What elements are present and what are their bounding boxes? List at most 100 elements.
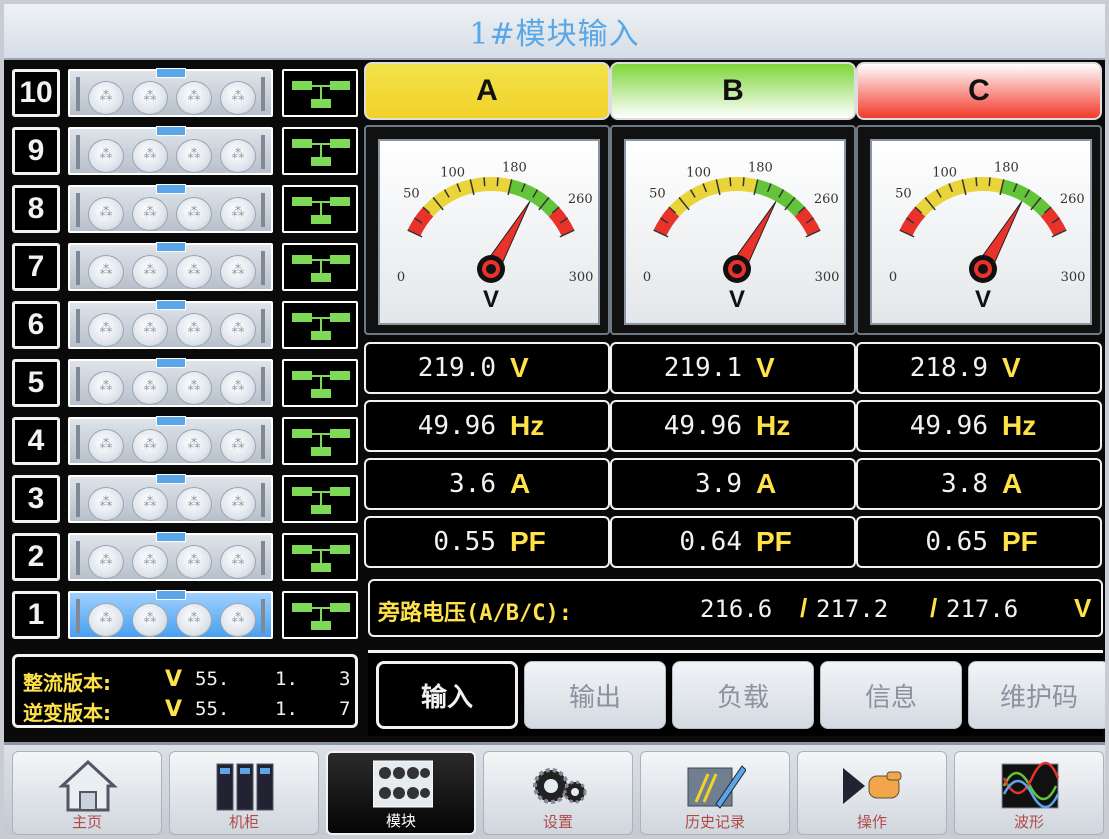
nav-button-1[interactable]: 机柜 [169,751,319,835]
module-chassis[interactable] [68,358,273,407]
gauge-tick-label: 260 [814,192,839,207]
tab-0[interactable]: 输入 [376,661,518,729]
phase-voltage-readout: 219.1 V [610,342,856,394]
bypass-voltage-unit: V [1074,593,1092,623]
voltage-gauge: 0 50 100 180 260 300 V [856,125,1102,335]
version-panel: 整流版本: V 55. 1. 3 逆变版本: V 55. 1. 7 [12,654,358,728]
phase-current-value: 3.8 [941,469,988,499]
nav-button-4[interactable]: 历史记录 [640,751,790,835]
nav-button-label: 历史记录 [684,813,745,831]
phase-current-readout: 3.8 A [856,458,1102,510]
module-chassis[interactable] [68,590,273,639]
voltage-gauge: 0 50 100 180 260 300 V [610,125,856,335]
history-pen-icon [687,765,746,809]
fan-icon [132,139,168,173]
tab-1[interactable]: 输出 [524,661,666,729]
network-node [311,505,331,514]
chassis-rail [261,193,265,227]
module-tab-bar: 输入 输出 负载 信息 维护码 [368,650,1105,736]
chassis-rail [261,77,265,111]
fan-icon [220,139,256,173]
fan-icon [132,371,168,405]
nav-button-3[interactable]: 设置 [483,751,633,835]
phase-header-a: A [364,62,610,120]
fan-icon [176,545,212,579]
fan-icon [132,197,168,231]
nav-button-5[interactable]: 操作 [797,751,947,835]
fan-icon [132,603,168,637]
bypass-voltage-c: 217.6 [946,595,1019,623]
module-chassis[interactable] [68,300,273,349]
phase-voltage-readout: 218.9 V [856,342,1102,394]
gauge-tick-label: 0 [643,270,651,285]
nav-button-6[interactable]: 波形 [954,751,1104,835]
tab-4[interactable]: 维护码 [968,661,1105,729]
chassis-rail [261,483,265,517]
nav-button-0[interactable]: 主页 [12,751,162,835]
voltage-gauge: 0 50 100 180 260 300 V [364,125,610,335]
module-rack-row[interactable]: 4 [10,414,360,468]
phase-freq-readout: 49.96 Hz [610,400,856,452]
home-icon [58,759,118,812]
module-rack-row[interactable]: 7 [10,240,360,294]
module-number: 2 [12,533,60,581]
gauge-unit-label: V [483,286,499,313]
module-icon [373,760,433,808]
gauge-svg: 0 50 100 180 260 300 V [643,161,840,313]
phase-current-unit: A [1002,468,1023,499]
rectifier-version-label: 整流版本: [23,671,111,695]
module-chassis[interactable] [68,126,273,175]
nav-button-2[interactable]: 模块 [326,751,476,835]
module-chassis[interactable] [68,532,273,581]
chassis-tag [156,474,186,484]
hmi-screen: 1#模块输入 10 9 8 7 6 5 4 3 2 1 整流版本: V 55. 1. 3 逆变版本… [4,4,1105,835]
module-rack-row[interactable]: 3 [10,472,360,526]
module-rack-row[interactable]: 1 [10,588,360,642]
module-rack-row[interactable]: 2 [10,530,360,584]
chassis-rail [261,309,265,343]
module-chassis[interactable] [68,474,273,523]
phase-current-unit: A [510,468,531,499]
gauge-tick-label: 0 [889,270,897,285]
network-node [311,99,331,108]
chassis-rail [261,367,265,401]
rectifier-version-prefix: V [165,667,183,692]
module-chassis[interactable] [68,68,273,117]
page-title: 1#模块输入 [469,17,640,52]
gauge-tick [483,177,486,187]
tab-2[interactable]: 负载 [672,661,814,729]
bypass-separator: / [930,593,938,623]
gauge-hub-dot [732,264,742,274]
network-node [292,139,312,148]
network-link [320,433,322,448]
network-node [311,389,331,398]
phase-voltage-unit: V [510,352,529,383]
fan-icon [132,429,168,463]
module-rack-row[interactable]: 9 [10,124,360,178]
module-chassis[interactable] [68,184,273,233]
inverter-version-prefix: V [165,697,183,722]
fan-icon [176,371,212,405]
chassis-rail [76,425,80,459]
module-rack-row[interactable]: 6 [10,298,360,352]
module-rack-row[interactable]: 8 [10,182,360,236]
module-rack-row[interactable]: 10 [10,66,360,120]
chassis-tag [156,242,186,252]
network-node [311,621,331,630]
phase-current-unit: A [756,468,777,499]
module-chassis[interactable] [68,416,273,465]
network-node [311,447,331,456]
chassis-rail [76,251,80,285]
network-node [330,139,350,148]
tab-3[interactable]: 信息 [820,661,962,729]
chassis-rail [76,309,80,343]
phase-pf-readout: 0.55 PF [364,516,610,568]
fan-icon [132,313,168,347]
bypass-separator: / [800,593,808,623]
network-node [330,255,350,264]
phase-pf-unit: PF [756,526,792,557]
gauge-tick [988,177,991,187]
module-rack-row[interactable]: 5 [10,356,360,410]
chassis-rail [76,599,80,633]
module-chassis[interactable] [68,242,273,291]
